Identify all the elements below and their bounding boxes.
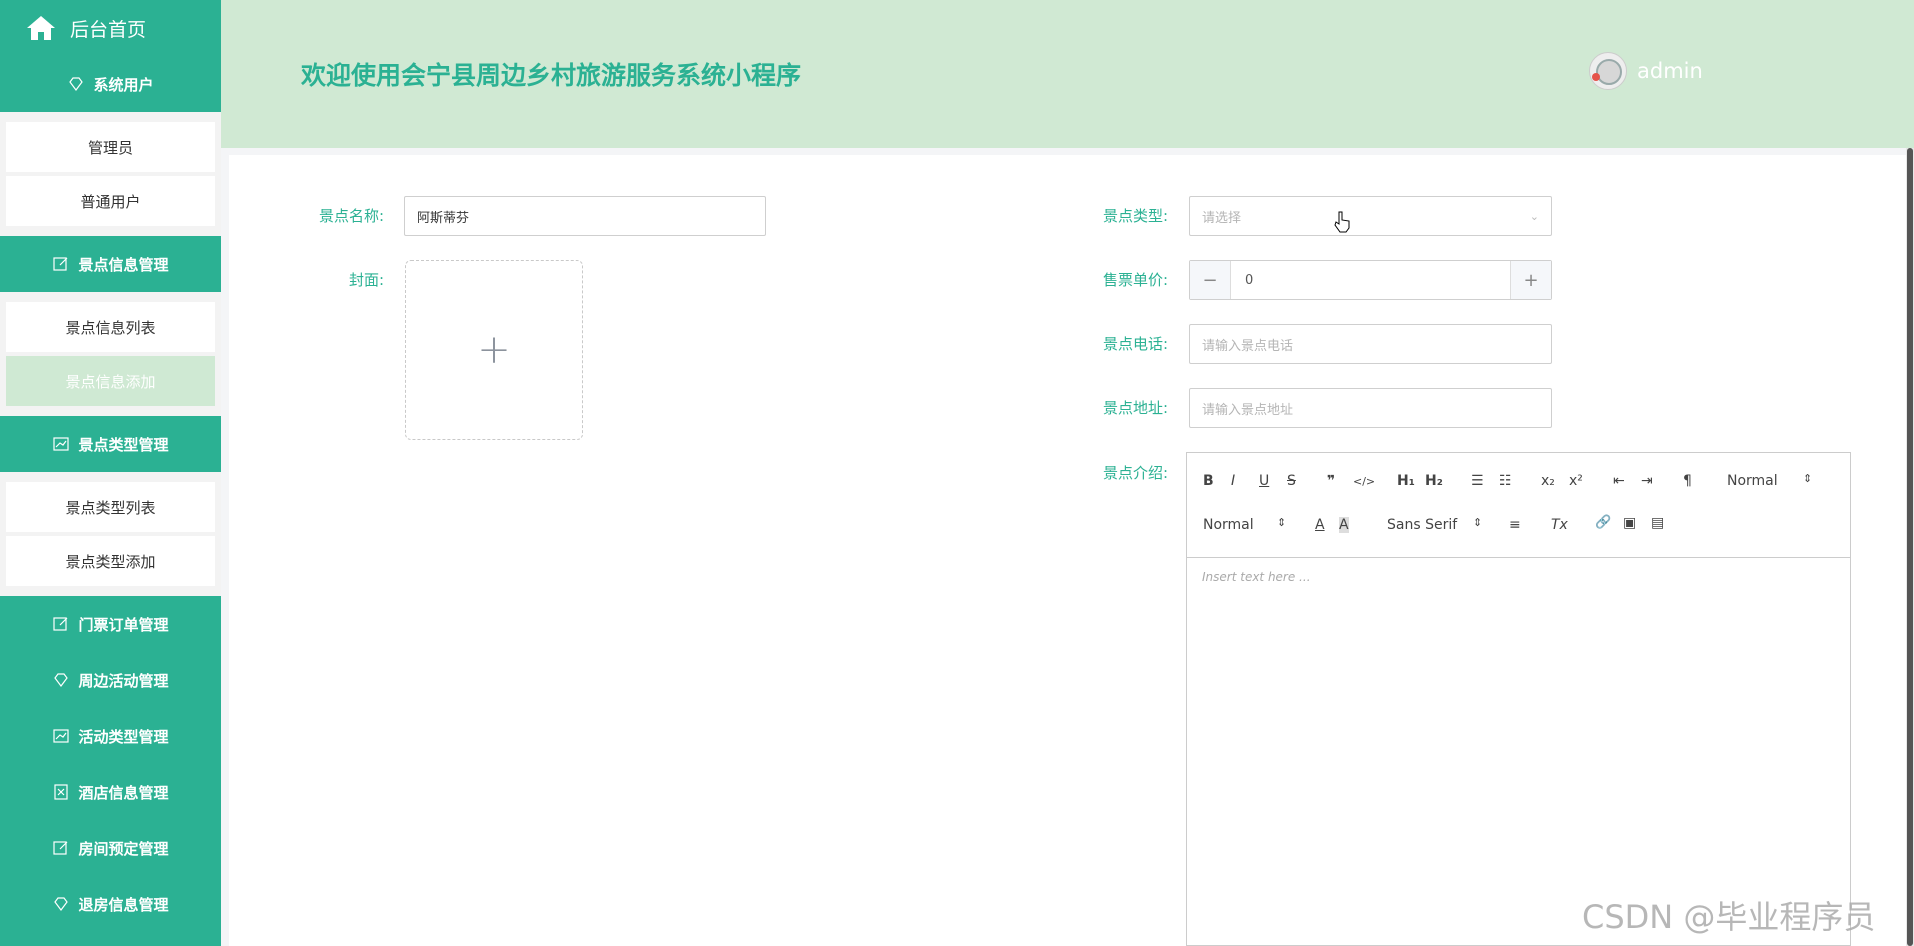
pointer-cursor-icon [1334,211,1350,233]
ordered-list-button[interactable]: ☰ [1471,473,1484,489]
username: admin [1637,59,1703,83]
menu-system-users[interactable]: 系统用户 [0,56,221,112]
menu-item-users[interactable]: 普通用户 [6,176,215,226]
menu-activities[interactable]: 周边活动管理 [0,652,221,708]
decrement-button[interactable]: − [1190,261,1231,299]
menu-item-type-list[interactable]: 景点类型列表 [6,482,215,532]
plus-icon: + [477,327,511,373]
outdent-button[interactable]: ⇤ [1613,473,1625,489]
bold-button[interactable]: B [1203,473,1214,489]
cover-upload[interactable]: + [405,260,583,440]
home-icon [27,16,55,40]
menu-ticket-orders[interactable]: 门票订单管理 [0,596,221,652]
menu-item-admin[interactable]: 管理员 [6,122,215,172]
address-label: 景点地址: [1102,399,1168,417]
menu-hotels[interactable]: 酒店信息管理 [0,764,221,820]
h2-button[interactable]: H₂ [1425,473,1443,489]
video-button[interactable]: ▤ [1651,515,1664,531]
quote-button[interactable]: ❞ [1327,473,1335,489]
page-title: 欢迎使用会宁县周边乡村旅游服务系统小程序 [301,61,802,90]
italic-button[interactable]: I [1231,473,1235,489]
text-color-button[interactable]: A [1315,517,1325,533]
menu-label: 退房信息管理 [78,895,169,914]
select-arrows-icon: ⇕ [1803,472,1813,485]
h1-button[interactable]: H₁ [1397,473,1415,489]
avatar[interactable] [1589,52,1627,90]
rich-text-editor: B I U S ❞ </> H₁ H₂ ☰ ☷ x₂ x² ⇤ ⇥ ¶ Norm… [1186,452,1851,946]
superscript-button[interactable]: x² [1569,473,1583,489]
menu-label: 景点类型管理 [78,435,169,454]
menu-scenic-type[interactable]: 景点类型管理 [0,416,221,472]
type-label: 景点类型: [1102,207,1168,225]
align-button[interactable]: ≡ [1509,517,1521,533]
clean-format-button[interactable]: Tx [1551,517,1568,533]
menu-label: 周边活动管理 [78,671,169,690]
direction-button[interactable]: ¶ [1683,473,1692,489]
intro-label: 景点介绍: [1102,464,1168,482]
indent-button[interactable]: ⇥ [1641,473,1653,489]
menu-item-scenic-add[interactable]: 景点信息添加 [6,356,215,406]
menu-label: 活动类型管理 [78,727,169,746]
scrollbar[interactable] [1906,148,1914,946]
scenic-type-select[interactable]: 请选择 ⌄ [1189,196,1552,236]
doc-icon [54,784,69,800]
type-placeholder: 请选择 [1202,210,1242,226]
price-label: 售票单价: [1102,271,1168,289]
cover-label: 封面: [348,271,384,289]
top-header: 欢迎使用会宁县周边乡村旅游服务系统小程序 admin [221,0,1914,148]
diamond-icon [54,673,69,687]
edit-icon [53,257,68,271]
chart-icon [53,437,70,451]
edit-icon [53,617,68,631]
menu-label: 酒店信息管理 [78,783,169,802]
phone-label: 景点电话: [1102,335,1168,353]
select-arrows-icon: ⇕ [1473,516,1483,529]
size-select[interactable]: Normal [1203,517,1254,533]
edit-icon [53,841,68,855]
chart-icon [53,729,70,743]
menu-checkout[interactable]: 退房信息管理 [0,876,221,932]
diamond-icon [69,77,84,91]
menu-item-scenic-list[interactable]: 景点信息列表 [6,302,215,352]
background-color-button[interactable]: A [1339,517,1349,533]
editor-content[interactable]: Insert text here ... [1187,558,1850,596]
name-label: 景点名称: [318,207,384,225]
submenu-system-users: 管理员 普通用户 [0,112,221,236]
menu-room-booking[interactable]: 房间预定管理 [0,820,221,876]
font-select[interactable]: Sans Serif [1387,517,1457,533]
price-value[interactable]: 0 [1231,261,1253,299]
menu-label: 房间预定管理 [78,839,169,858]
code-button[interactable]: </> [1353,475,1375,488]
strike-button[interactable]: S [1287,473,1296,489]
submenu-scenic-type: 景点类型列表 景点类型添加 [0,472,221,596]
scenic-address-input[interactable]: 请输入景点地址 [1189,388,1552,428]
chevron-down-icon: ⌄ [1529,209,1539,223]
menu-scenic-info[interactable]: 景点信息管理 [0,236,221,292]
scenic-name-input[interactable]: 阿斯蒂芬 [404,196,766,236]
submenu-scenic-info: 景点信息列表 景点信息添加 [0,292,221,416]
diamond-icon [54,897,69,911]
home-label: 后台首页 [70,18,147,41]
underline-button[interactable]: U [1259,473,1269,489]
menu-item-type-add[interactable]: 景点类型添加 [6,536,215,586]
header-select[interactable]: Normal [1727,473,1778,489]
bullet-list-button[interactable]: ☷ [1499,473,1512,489]
menu-label: 门票订单管理 [78,615,169,634]
sidebar: 后台首页 系统用户 管理员 普通用户 景点信息管理 景点信息列表 景点信息添加 … [0,0,221,946]
scrollbar-thumb[interactable] [1907,148,1913,946]
menu-label: 景点信息管理 [78,255,169,274]
select-arrows-icon: ⇕ [1277,516,1287,529]
user-menu[interactable]: admin [1589,52,1703,90]
subscript-button[interactable]: x₂ [1541,473,1555,489]
menu-label: 系统用户 [93,75,154,94]
menu-activity-types[interactable]: 活动类型管理 [0,708,221,764]
scenic-phone-input[interactable]: 请输入景点电话 [1189,324,1552,364]
link-button[interactable]: 🔗 [1595,515,1611,530]
price-stepper[interactable]: − 0 + [1189,260,1552,300]
image-button[interactable]: ▣ [1623,515,1636,531]
home-link[interactable]: 后台首页 [0,0,221,56]
editor-toolbar: B I U S ❞ </> H₁ H₂ ☰ ☷ x₂ x² ⇤ ⇥ ¶ Norm… [1187,453,1850,558]
watermark: CSDN @毕业程序员 [1582,898,1876,936]
increment-button[interactable]: + [1510,261,1551,299]
